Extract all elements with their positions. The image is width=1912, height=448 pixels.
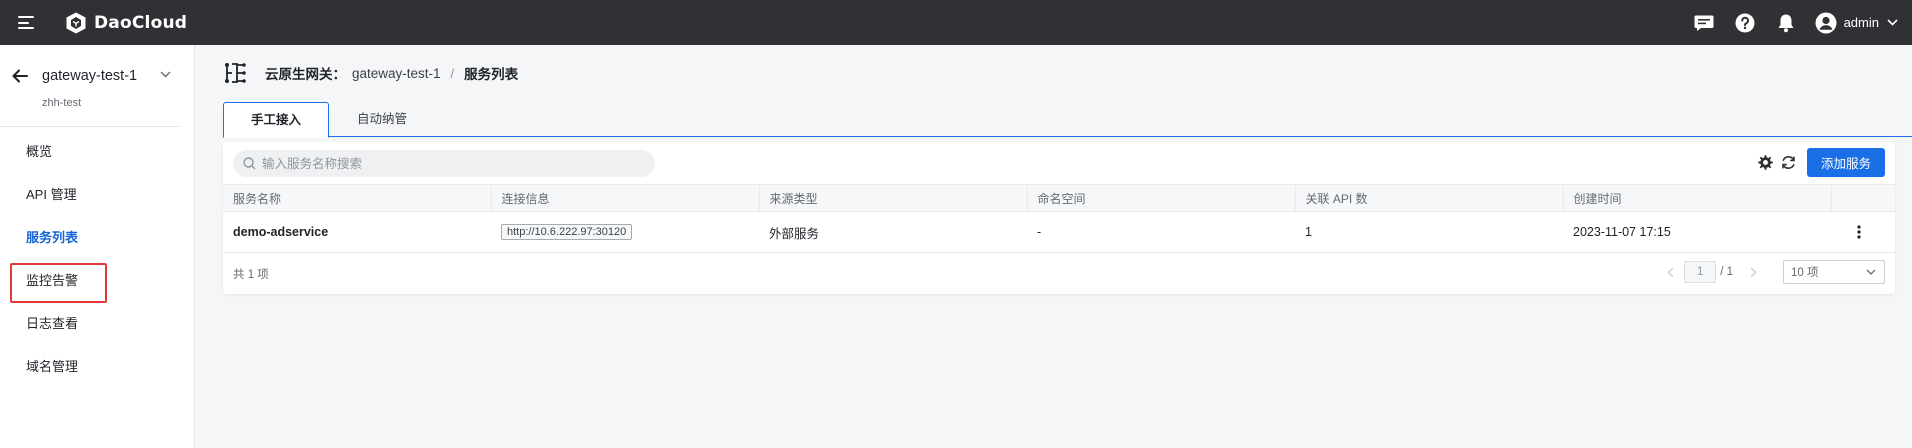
username: admin — [1843, 15, 1879, 30]
top-navigation-bar: DaoCloud admin — [0, 0, 1912, 45]
cell-source-type: 外部服务 — [759, 211, 1027, 253]
settings-gear-icon[interactable] — [1757, 154, 1774, 171]
breadcrumb-current: 服务列表 — [464, 67, 519, 82]
breadcrumb: 云原生网关： gateway-test-1 / 服务列表 — [223, 61, 518, 85]
chevron-down-icon — [1866, 269, 1876, 275]
sidebar: gateway-test-1 zhh-test 概览 API 管理 服务列表 监… — [0, 45, 195, 448]
connection-tag[interactable]: http://10.6.222.97:30120 — [501, 224, 633, 240]
help-icon[interactable] — [1734, 12, 1756, 34]
more-actions-icon[interactable] — [1849, 222, 1869, 242]
search-icon — [243, 157, 256, 170]
tab-bar: 手工接入 自动纳管 — [223, 102, 1912, 138]
breadcrumb-gateway-link[interactable]: gateway-test-1 — [352, 66, 441, 81]
table-footer: 共 1 项 / 1 10 项 — [223, 253, 1895, 294]
cell-namespace: - — [1027, 211, 1295, 253]
page-size-value: 10 项 — [1791, 267, 1819, 279]
daocloud-logo-icon — [66, 12, 86, 33]
gateway-icon — [225, 63, 246, 83]
table-toolbar: 添加服务 — [223, 142, 1895, 184]
refresh-icon[interactable] — [1780, 154, 1797, 171]
brand-logo[interactable]: DaoCloud — [64, 11, 187, 35]
sidebar-item-domain-management[interactable]: 域名管理 — [0, 345, 194, 388]
back-arrow-icon[interactable] — [12, 69, 28, 83]
user-avatar-icon — [1815, 12, 1837, 33]
column-header-namespace[interactable]: 命名空间 — [1027, 184, 1296, 212]
cell-api-count: 1 — [1295, 211, 1563, 253]
column-header-actions — [1831, 184, 1895, 212]
sidebar-item-monitoring-alerts[interactable]: 监控告警 — [0, 259, 194, 302]
chevron-down-icon[interactable] — [160, 71, 171, 78]
pagination: / 1 10 项 — [1658, 260, 1885, 284]
page-total: / 1 — [1720, 266, 1733, 278]
table-header-row: 服务名称 连接信息 来源类型 命名空间 关联 API 数 创建时间 — [223, 184, 1895, 212]
service-table: 服务名称 连接信息 来源类型 命名空间 关联 API 数 创建时间 demo-a… — [223, 184, 1895, 253]
cell-connection: http://10.6.222.97:30120 — [491, 211, 759, 253]
search-input[interactable] — [262, 156, 642, 171]
prev-page-icon[interactable] — [1658, 260, 1682, 284]
tab-auto-managed[interactable]: 自动纳管 — [329, 102, 435, 137]
service-list-card: 添加服务 服务名称 连接信息 来源类型 命名空间 关联 API 数 创建时间 — [223, 142, 1895, 294]
sidebar-item-api-management[interactable]: API 管理 — [0, 173, 194, 216]
cell-created-time: 2023-11-07 17:15 — [1563, 211, 1831, 253]
workspace-selector: gateway-test-1 zhh-test — [0, 45, 180, 127]
workspace-name[interactable]: gateway-test-1 — [42, 68, 137, 84]
cell-service-name[interactable]: demo-adservice — [223, 211, 491, 253]
menu-icon[interactable] — [18, 16, 34, 29]
add-service-button[interactable]: 添加服务 — [1807, 148, 1885, 177]
sidebar-item-overview[interactable]: 概览 — [0, 130, 194, 173]
search-box — [233, 150, 655, 177]
cell-actions — [1831, 211, 1895, 253]
bell-icon[interactable] — [1775, 12, 1797, 34]
workspace-subtitle: zhh-test — [42, 97, 82, 109]
tab-manual-access[interactable]: 手工接入 — [223, 102, 329, 138]
table-row[interactable]: demo-adservice http://10.6.222.97:30120 … — [223, 211, 1895, 253]
column-header-connection[interactable]: 连接信息 — [491, 184, 760, 212]
brand-name: DaoCloud — [94, 12, 188, 33]
total-count: 共 1 项 — [233, 269, 269, 281]
breadcrumb-prefix: 云原生网关： — [265, 67, 346, 82]
column-header-service-name[interactable]: 服务名称 — [223, 184, 492, 212]
column-header-created-time[interactable]: 创建时间 — [1563, 184, 1832, 212]
column-header-api-count[interactable]: 关联 API 数 — [1295, 184, 1564, 212]
sidebar-item-service-list[interactable]: 服务列表 — [0, 216, 194, 259]
page-number-input[interactable] — [1684, 261, 1717, 283]
sidebar-nav: 概览 API 管理 服务列表 监控告警 日志查看 域名管理 — [0, 130, 194, 388]
breadcrumb-separator: / — [450, 65, 455, 81]
chevron-down-icon — [1887, 19, 1898, 26]
next-page-icon[interactable] — [1741, 260, 1765, 284]
column-header-source-type[interactable]: 来源类型 — [759, 184, 1028, 212]
chat-icon[interactable] — [1693, 12, 1715, 34]
sidebar-item-log-view[interactable]: 日志查看 — [0, 302, 194, 345]
main-content: 云原生网关： gateway-test-1 / 服务列表 手工接入 自动纳管 添… — [196, 45, 1912, 448]
user-menu[interactable]: admin — [1815, 12, 1898, 34]
page-size-select[interactable]: 10 项 — [1783, 260, 1885, 284]
